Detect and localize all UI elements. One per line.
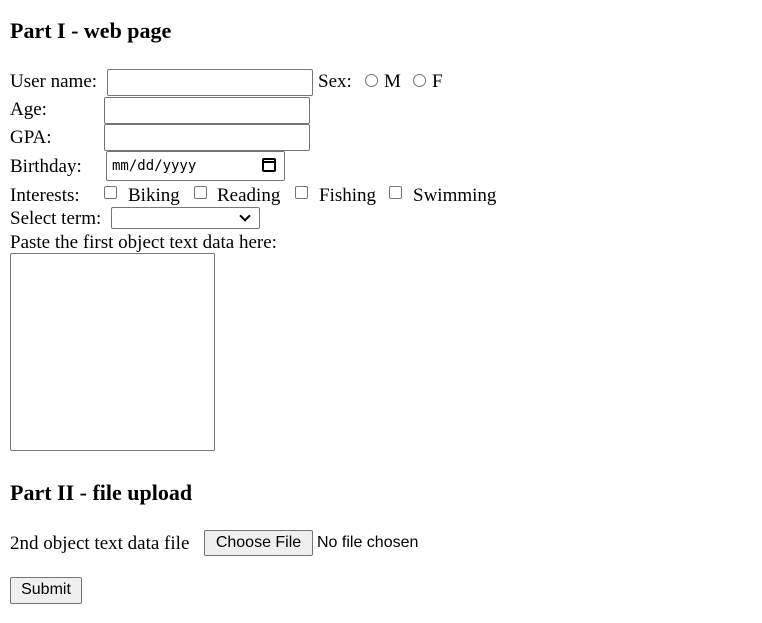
chevron-down-icon [239, 210, 251, 222]
term-select[interactable] [111, 207, 260, 229]
age-label: Age: [10, 99, 47, 120]
birthday-date-input[interactable]: mm/dd/yyyy [106, 151, 285, 181]
file-status: No file chosen [317, 534, 419, 551]
part1-heading: Part I - web page [10, 18, 172, 43]
birthday-placeholder: mm/dd/yyyy [112, 158, 197, 174]
sex-option-m: M [384, 71, 401, 92]
paste-textarea[interactable] [10, 253, 215, 451]
interest-checkbox-reading[interactable] [194, 186, 207, 199]
interests-label: Interests: [10, 185, 80, 206]
username-input[interactable] [107, 69, 313, 96]
paste-label: Paste the first object text data here: [10, 232, 277, 253]
sex-label: Sex: [318, 71, 352, 92]
file-label: 2nd object text data file [10, 533, 190, 554]
interest-checkbox-biking[interactable] [104, 186, 117, 199]
part2-heading: Part II - file upload [10, 480, 193, 505]
age-input[interactable] [104, 97, 310, 124]
sex-radio-m[interactable] [365, 74, 378, 87]
gpa-input[interactable] [104, 124, 310, 151]
interest-label-fishing: Fishing [319, 185, 377, 206]
gpa-label: GPA: [10, 127, 52, 148]
birthday-label: Birthday: [10, 156, 82, 177]
interest-checkbox-swimming[interactable] [389, 186, 402, 199]
interest-label-biking: Biking [128, 185, 180, 206]
submit-button[interactable]: Submit [10, 577, 82, 604]
choose-file-button[interactable]: Choose File [204, 530, 313, 556]
interest-label-reading: Reading [217, 185, 281, 206]
username-label: User name: [10, 71, 98, 92]
sex-option-f: F [432, 71, 443, 92]
term-label: Select term: [10, 208, 102, 229]
interest-checkbox-fishing[interactable] [295, 186, 308, 199]
interest-label-swimming: Swimming [413, 185, 497, 206]
sex-radio-f[interactable] [413, 74, 426, 87]
calendar-icon[interactable] [262, 158, 276, 172]
